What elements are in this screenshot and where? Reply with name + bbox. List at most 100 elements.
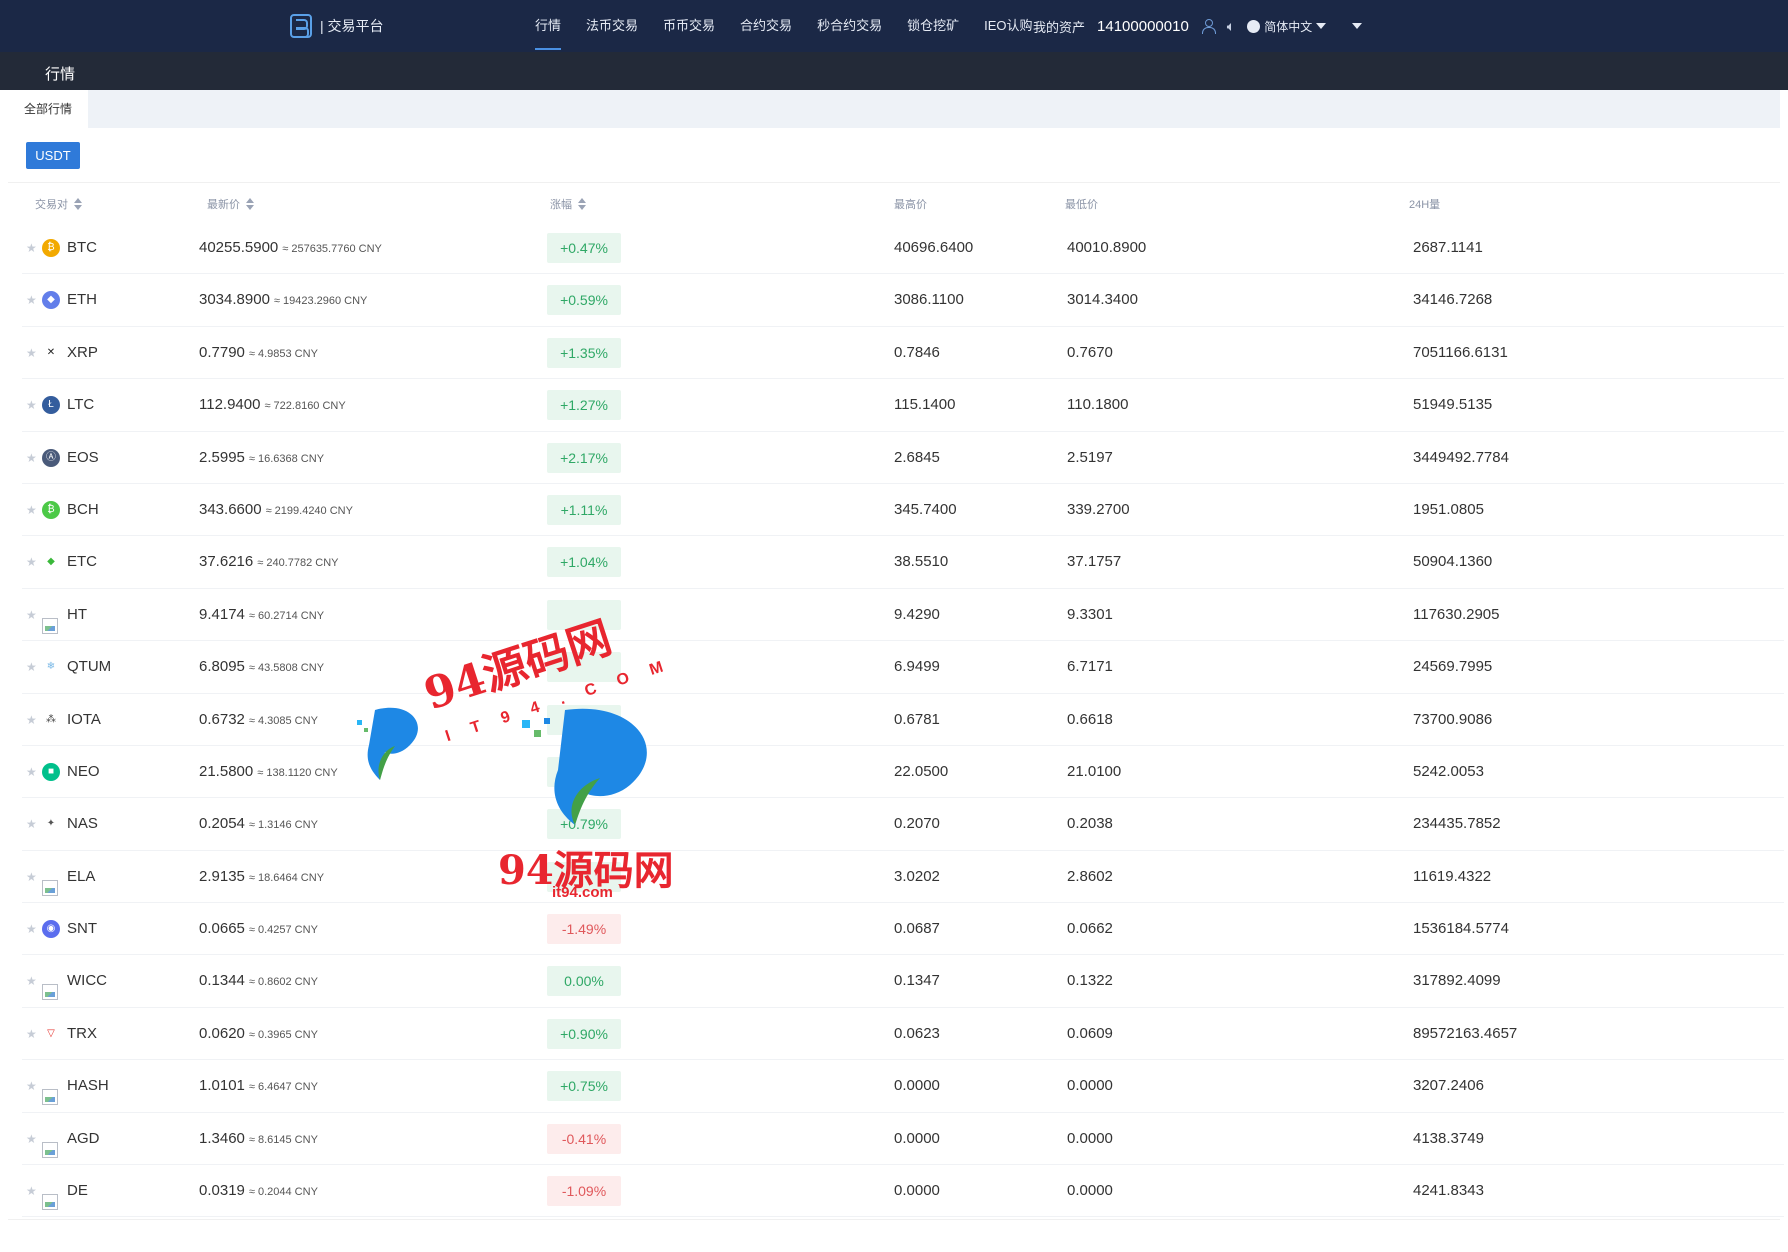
column-high-label: 最高价 (894, 199, 927, 211)
table-row[interactable]: ★ AGD 1.3460 ≈ 8.6145 CNY -0.41% 0.0000 0.0000… (22, 1113, 1784, 1166)
column-last-price[interactable]: 最新价 (207, 196, 254, 212)
low-price: 2.8602 (1067, 867, 1113, 885)
table-row[interactable]: ★ ❄ QTUM 6.8095 ≈ 43.5808 CNY 6.9499 6.7171 245… (22, 641, 1784, 694)
sort-icon (74, 198, 82, 210)
price-value: 0.0319 (199, 1182, 245, 1200)
column-change[interactable]: 涨幅 (550, 196, 586, 212)
change-badge: +0.75% (547, 1071, 621, 1102)
table-row[interactable]: ★ HT 9.4174 ≈ 60.2714 CNY 9.4290 9.3301 117630… (22, 589, 1784, 642)
column-pair[interactable]: 交易对 (35, 196, 82, 212)
table-row[interactable]: ★ ▽ TRX 0.0620 ≈ 0.3965 CNY +0.90% 0.0623 0.060… (22, 1008, 1784, 1061)
column-change-label: 涨幅 (550, 199, 572, 211)
favorite-star-icon[interactable]: ★ (26, 922, 37, 936)
high-price: 22.0500 (894, 762, 949, 780)
favorite-star-icon[interactable]: ★ (26, 451, 37, 465)
low-price: 0.0000 (1067, 1077, 1113, 1095)
table-row[interactable]: ★ ◉ SNT 0.0665 ≈ 0.4257 CNY -1.49% 0.0687 0.066… (22, 903, 1784, 956)
table-row[interactable]: ★ ■ NEO 21.5800 ≈ 138.1120 CNY 22.0500 21.0100… (22, 746, 1784, 799)
nav-item-otc[interactable]: 法币交易 (586, 0, 638, 52)
last-price: 1.0101 ≈ 6.4647 CNY (199, 1060, 318, 1112)
nav-item-ieo[interactable]: IEO认购 (984, 0, 1032, 52)
low-price: 2.5197 (1067, 448, 1113, 466)
high-price: 9.4290 (894, 605, 940, 623)
nav-item-spot[interactable]: 币币交易 (663, 0, 715, 52)
table-row[interactable]: ★ ✦ NAS 0.2054 ≈ 1.3146 CNY +0.79% 0.2070 0.203… (22, 798, 1784, 851)
favorite-star-icon[interactable]: ★ (26, 293, 37, 307)
table-row[interactable]: ★ ⁂ IOTA 0.6732 ≈ 4.3085 CNY 0.6781 0.6618 7370… (22, 694, 1784, 746)
price-value: 0.7790 (199, 343, 245, 361)
tab-all-markets[interactable]: 全部行情 (8, 90, 88, 128)
high-price: 38.5510 (894, 553, 949, 571)
nav-item-market[interactable]: 行情 (535, 0, 562, 52)
low-price: 339.2700 (1067, 500, 1130, 518)
nav-item-mining[interactable]: 锁仓挖矿 (907, 0, 959, 52)
ltc-icon: Ł (42, 396, 60, 415)
favorite-star-icon[interactable]: ★ (26, 660, 37, 674)
low-price: 0.0662 (1067, 920, 1113, 938)
my-assets-link[interactable]: 我的资产 (1033, 17, 1085, 36)
favorite-star-icon[interactable]: ★ (26, 1132, 37, 1146)
favorite-star-icon[interactable]: ★ (26, 1027, 37, 1041)
language-selector[interactable]: 简体中文 (1247, 18, 1327, 35)
favorite-star-icon[interactable]: ★ (26, 870, 37, 884)
table-row[interactable]: ★ WICC 0.1344 ≈ 0.8602 CNY 0.00% 0.1347 0.1322… (22, 955, 1784, 1008)
price-value: 112.9400 (199, 396, 261, 414)
table-row[interactable]: ★ DE 0.0319 ≈ 0.2044 CNY -1.09% 0.0000 0.0000 4… (22, 1165, 1784, 1218)
table-row[interactable]: ★ Ⓐ EOS 2.5995 ≈ 16.6368 CNY +2.17% 2.6845 2.51… (22, 432, 1784, 484)
table-row[interactable]: ★ ELA 2.9135 ≈ 18.6464 CNY 3.0202 2.8602 11619… (22, 851, 1784, 904)
price-cny: ≈ 0.8602 CNY (248, 976, 318, 989)
change-badge: +1.04% (547, 547, 621, 578)
coin-symbol: EOS (67, 448, 99, 466)
favorite-star-icon[interactable]: ★ (26, 608, 37, 622)
page-header: 行情 (0, 52, 1788, 90)
favorite-star-icon[interactable]: ★ (26, 241, 37, 255)
table-row[interactable]: ★ ◆ ETC 37.6216 ≈ 240.7782 CNY +1.04% 38.5510 3… (22, 536, 1784, 589)
price-cny: ≈ 2199.4240 CNY (265, 504, 353, 517)
favorite-star-icon[interactable]: ★ (26, 1184, 37, 1198)
eos-icon: Ⓐ (42, 448, 60, 467)
high-price: 0.6781 (894, 710, 940, 728)
price-value: 0.2054 (199, 815, 245, 833)
high-price: 0.0687 (894, 920, 940, 938)
table-row[interactable]: ★ Ł LTC 112.9400 ≈ 722.8160 CNY +1.27% 115.140… (22, 379, 1784, 432)
favorite-star-icon[interactable]: ★ (26, 1079, 37, 1093)
iota-icon: ⁂ (42, 710, 60, 729)
user-icon[interactable] (1201, 19, 1216, 34)
table-row[interactable]: ★ HASH 1.0101 ≈ 6.4647 CNY +0.75% 0.0000 0.000… (22, 1060, 1784, 1113)
table-row[interactable]: ★ ₿ BCH 343.6600 ≈ 2199.4240 CNY +1.11% 345.74… (22, 484, 1784, 537)
low-price: 21.0100 (1067, 762, 1122, 780)
price-cny: ≈ 257635.7760 CNY (282, 243, 382, 255)
favorite-star-icon[interactable]: ★ (26, 765, 37, 779)
favorite-star-icon[interactable]: ★ (26, 974, 37, 988)
change-badge: +0.79% (547, 809, 621, 840)
favorite-star-icon[interactable]: ★ (26, 503, 37, 517)
high-price: 3.0202 (894, 867, 940, 885)
price-cny: ≈ 722.8160 CNY (264, 400, 346, 413)
favorite-star-icon[interactable]: ★ (26, 817, 37, 831)
speaker-icon[interactable]: 🔈︎ (1227, 18, 1235, 35)
nav-item-contract[interactable]: 合约交易 (740, 0, 792, 52)
favorite-star-icon[interactable]: ★ (26, 346, 37, 360)
favorite-star-icon[interactable]: ★ (26, 398, 37, 412)
table-row[interactable]: ★ ◆ ETH 3034.8900 ≈ 19423.2960 CNY +0.59% 3086… (22, 274, 1784, 327)
volume-24h: 73700.9086 (1413, 710, 1493, 728)
broken-image-icon (42, 1089, 58, 1106)
volume-24h: 50904.1360 (1413, 553, 1493, 571)
last-price: 3034.8900 ≈ 19423.2960 CNY (199, 274, 367, 326)
change-badge: +1.27% (547, 390, 621, 421)
more-dropdown-icon[interactable] (1352, 23, 1363, 29)
price-value: 1.0101 (199, 1077, 245, 1095)
nav-item-second-contract[interactable]: 秒合约交易 (817, 0, 882, 52)
table-row[interactable]: ★ ₿ BTC 40255.5900 ≈ 257635.7760 CNY +0.47% 40… (22, 222, 1784, 275)
favorite-star-icon[interactable]: ★ (26, 555, 37, 569)
change-badge: +1.11% (547, 494, 621, 525)
price-cny: ≈ 4.9853 CNY (248, 347, 318, 360)
site-logo[interactable]: | 交易平台 (290, 14, 384, 38)
price-cny: ≈ 4.3085 CNY (248, 714, 318, 727)
price-cny: ≈ 43.5808 CNY (248, 662, 325, 675)
usdt-filter-button[interactable]: USDT (26, 142, 80, 169)
table-row[interactable]: ★ ✕ XRP 0.7790 ≈ 4.9853 CNY +1.35% 0.7846 0.767… (22, 327, 1784, 380)
price-value: 40255.5900 (199, 239, 279, 256)
price-cny: ≈ 19423.2960 CNY (273, 295, 368, 308)
favorite-star-icon[interactable]: ★ (26, 713, 37, 727)
